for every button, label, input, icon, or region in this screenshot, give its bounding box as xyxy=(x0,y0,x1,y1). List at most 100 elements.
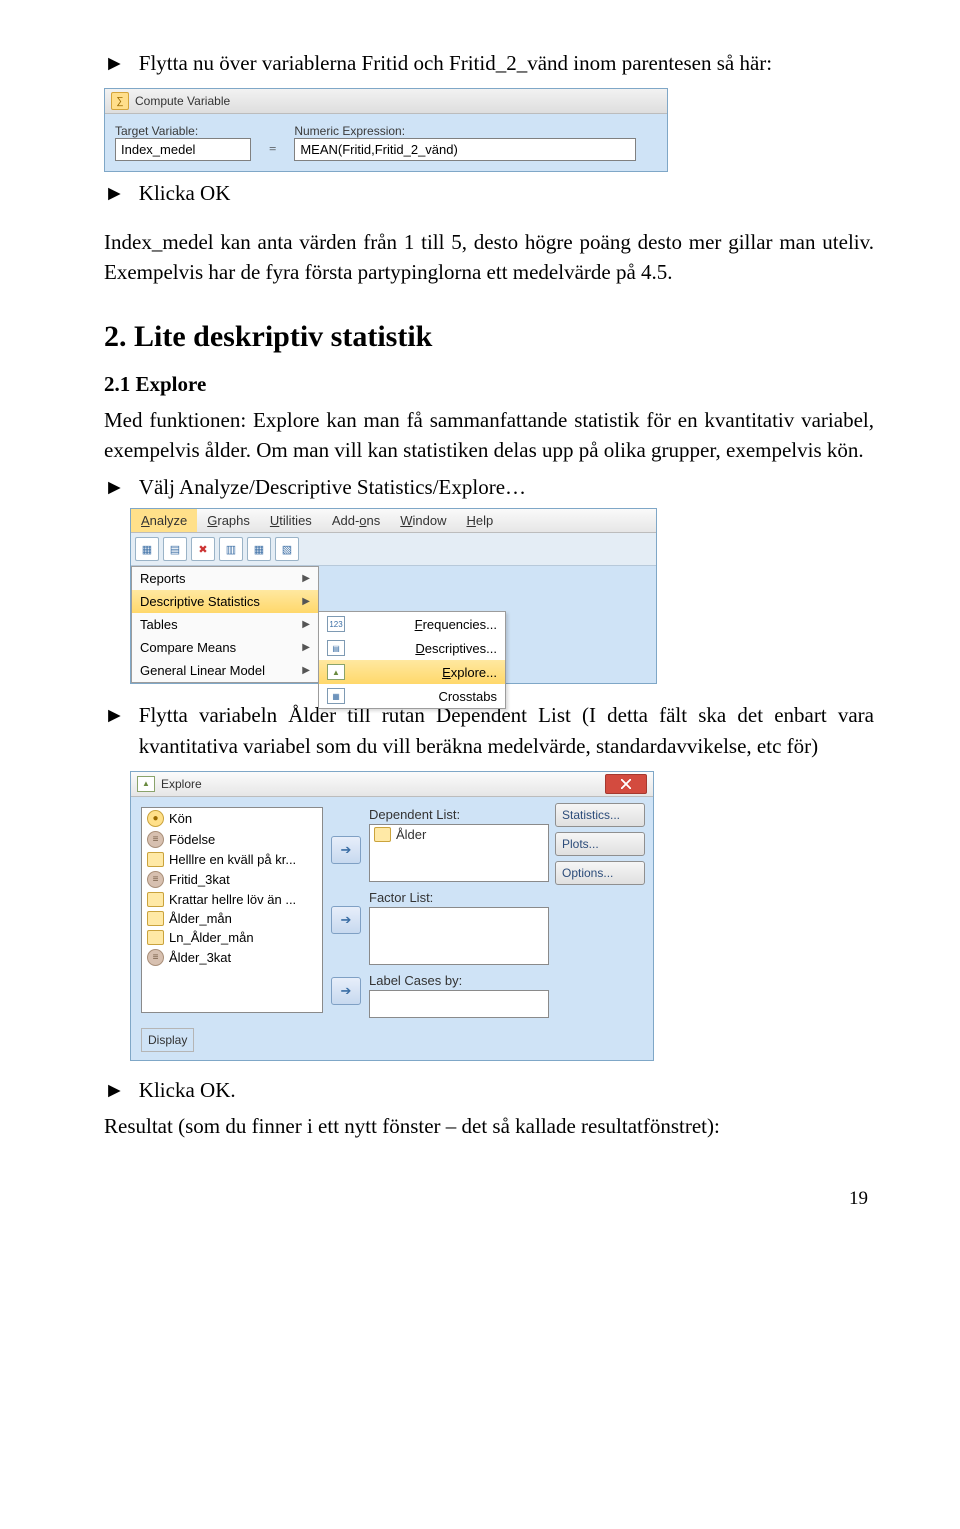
menu-tables[interactable]: Tables▶ xyxy=(132,613,318,636)
move-to-dependent[interactable]: ➔ xyxy=(331,836,361,864)
paragraph-index-medel: Index_medel kan anta värden från 1 till … xyxy=(104,227,874,288)
sca-icon xyxy=(147,911,164,926)
chevron-right-icon: ▶ xyxy=(302,573,310,584)
instruction-1: ► Flytta nu över variablerna Fritid och … xyxy=(104,48,874,78)
target-variable-input[interactable] xyxy=(115,138,251,161)
instruction-3: ► Välj Analyze/Descriptive Statistics/Ex… xyxy=(104,472,874,502)
variable-item[interactable]: Krattar hellre löv än ... xyxy=(142,890,322,909)
ord-icon: ≡ xyxy=(147,949,164,966)
ord-icon: ≡ xyxy=(147,871,164,888)
move-to-label[interactable]: ➔ xyxy=(331,977,361,1005)
compute-icon: ∑ xyxy=(111,92,129,110)
submenu-crosstabs[interactable]: ▦Crosstabs xyxy=(319,684,505,708)
descriptive-submenu: 123Frequencies... ▤Descriptives... ▲Expl… xyxy=(318,611,506,709)
variable-name: Ln_Ålder_mån xyxy=(169,930,254,945)
factor-list-label: Factor List: xyxy=(369,890,549,905)
variable-item[interactable]: ≡Fritid_3kat xyxy=(142,869,322,890)
variable-list[interactable]: ●Kön≡Födelse Helllre en kväll på kr... ≡Fr… xyxy=(141,807,323,1013)
instruction-2-text: Klicka OK xyxy=(139,178,231,208)
toolbar-btn[interactable]: ▥ xyxy=(219,537,243,561)
ord-icon: ≡ xyxy=(147,831,164,848)
bullet-triangle: ► xyxy=(104,178,125,208)
analyze-dropdown: Reports▶ Descriptive Statistics▶ Tables▶… xyxy=(131,566,319,683)
chevron-right-icon: ▶ xyxy=(302,619,310,630)
heading-2-1: 2.1 Explore xyxy=(104,372,874,397)
variable-item[interactable]: ●Kön xyxy=(142,808,322,829)
statistics-button[interactable]: Statistics... xyxy=(555,803,645,827)
variable-name: Krattar hellre löv än ... xyxy=(169,892,296,907)
chevron-right-icon: ▶ xyxy=(302,596,310,607)
variable-name: Ålder_mån xyxy=(169,911,232,926)
submenu-frequencies[interactable]: 123Frequencies... xyxy=(319,612,505,636)
toolbar-btn[interactable]: ▧ xyxy=(275,537,299,561)
menubar: Analyze Graphs Utilities Add-ons Window … xyxy=(131,509,656,533)
menu-utilities[interactable]: Utilities xyxy=(260,509,322,532)
explore-side-buttons: Statistics... Plots... Options... xyxy=(555,803,645,885)
menu-graphs[interactable]: Graphs xyxy=(197,509,260,532)
factor-list-field[interactable] xyxy=(369,907,549,965)
page-number: 19 xyxy=(104,1188,874,1210)
instruction-5-text: Klicka OK. xyxy=(139,1075,236,1105)
compute-variable-screenshot: ∑ Compute Variable Target Variable: = Nu… xyxy=(104,88,668,172)
numeric-expression-input[interactable] xyxy=(294,138,636,161)
instruction-3-text: Välj Analyze/Descriptive Statistics/Expl… xyxy=(139,472,526,502)
explore-icon: ▲ xyxy=(327,664,345,680)
compute-titlebar: ∑ Compute Variable xyxy=(105,89,667,114)
variable-name: Kön xyxy=(169,811,192,826)
paragraph-explore-desc: Med funktionen: Explore kan man få samma… xyxy=(104,405,874,466)
sca-icon xyxy=(147,852,164,867)
instruction-5: ► Klicka OK. xyxy=(104,1075,874,1105)
menu-compare-means[interactable]: Compare Means▶ xyxy=(132,636,318,659)
instruction-1-text: Flytta nu över variablerna Fritid och Fr… xyxy=(139,48,772,78)
chevron-right-icon: ▶ xyxy=(302,665,310,676)
menu-window[interactable]: Window xyxy=(390,509,456,532)
paragraph-result: Resultat (som du finner i ett nytt fönst… xyxy=(104,1111,874,1141)
dependent-var: Ålder xyxy=(396,827,426,842)
bullet-triangle: ► xyxy=(104,472,125,502)
explore-dialog-screenshot: ▲ Explore ●Kön≡Födelse Helllre en kväll p… xyxy=(130,771,654,1061)
toolbar: ▦ ▤ ✖ ▥ ▦ ▧ xyxy=(131,533,656,566)
close-icon[interactable] xyxy=(605,774,647,794)
toolbar-btn[interactable]: ✖ xyxy=(191,537,215,561)
analyze-menu-screenshot: Analyze Graphs Utilities Add-ons Window … xyxy=(130,508,657,684)
menu-help[interactable]: Help xyxy=(457,509,504,532)
explore-window-icon: ▲ xyxy=(137,776,155,792)
toolbar-btn[interactable]: ▦ xyxy=(135,537,159,561)
variable-item[interactable]: Ln_Ålder_mån xyxy=(142,928,322,947)
variable-item[interactable]: ≡Födelse xyxy=(142,829,322,850)
dependent-list-label: Dependent List: xyxy=(369,807,549,822)
explore-titlebar: ▲ Explore xyxy=(131,772,653,797)
options-button[interactable]: Options... xyxy=(555,861,645,885)
instruction-2: ► Klicka OK xyxy=(104,178,874,208)
display-group: Display xyxy=(141,1028,194,1052)
variable-item[interactable]: Ålder_mån xyxy=(142,909,322,928)
menu-general-linear-model[interactable]: General Linear Model▶ xyxy=(132,659,318,682)
plots-button[interactable]: Plots... xyxy=(555,832,645,856)
variable-item[interactable]: ≡ Ålder_3kat xyxy=(142,947,322,968)
menu-reports[interactable]: Reports▶ xyxy=(132,567,318,590)
menu-addons[interactable]: Add-ons xyxy=(322,509,390,532)
toolbar-btn[interactable]: ▦ xyxy=(247,537,271,561)
submenu-descriptives[interactable]: ▤Descriptives... xyxy=(319,636,505,660)
variable-name: Helllre en kväll på kr... xyxy=(169,852,296,867)
equals-sign: = xyxy=(269,141,276,157)
menu-analyze[interactable]: Analyze xyxy=(131,509,197,532)
bullet-triangle: ► xyxy=(104,48,125,78)
variable-name: Ålder_3kat xyxy=(169,950,231,965)
sca-icon xyxy=(147,892,164,907)
compute-title: Compute Variable xyxy=(135,94,230,108)
submenu-explore[interactable]: ▲Explore... xyxy=(319,660,505,684)
move-to-factor[interactable]: ➔ xyxy=(331,906,361,934)
menu-descriptive-statistics[interactable]: Descriptive Statistics▶ xyxy=(132,590,318,613)
chevron-right-icon: ▶ xyxy=(302,642,310,653)
label-cases-field[interactable] xyxy=(369,990,549,1018)
sca-icon xyxy=(147,930,164,945)
bullet-triangle: ► xyxy=(104,1075,125,1105)
dependent-list-field[interactable]: Ålder xyxy=(369,824,549,882)
variable-item[interactable]: Helllre en kväll på kr... xyxy=(142,850,322,869)
scale-icon xyxy=(374,827,391,842)
descriptives-icon: ▤ xyxy=(327,640,345,656)
target-variable-label: Target Variable: xyxy=(115,124,251,138)
heading-2: 2. Lite deskriptiv statistik xyxy=(104,320,874,354)
toolbar-btn[interactable]: ▤ xyxy=(163,537,187,561)
